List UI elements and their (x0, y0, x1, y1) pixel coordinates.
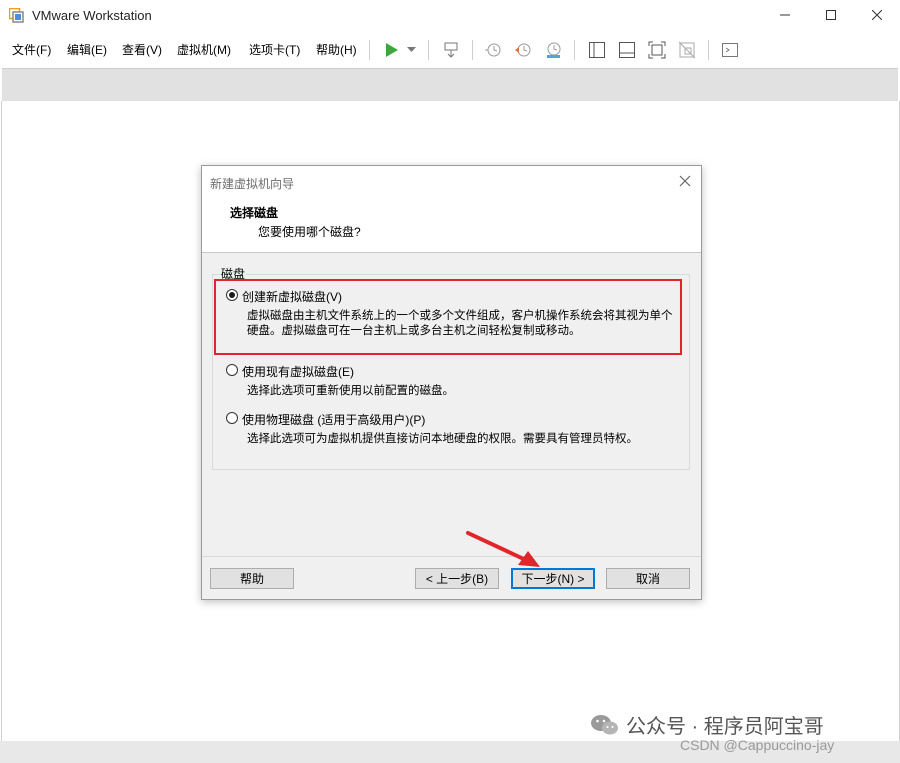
snapshot-manager-icon (547, 42, 561, 58)
unity-disabled-icon (678, 41, 696, 59)
watermark-text: 公众号 · 程序员阿宝哥 (626, 716, 824, 738)
revert-snapshot-button[interactable] (512, 39, 534, 61)
full-screen-button[interactable] (646, 39, 668, 61)
option-label: 使用现有虚拟磁盘(E) (242, 365, 354, 379)
toolbar-separator (472, 40, 473, 60)
maximize-button[interactable] (808, 0, 854, 30)
cancel-button[interactable]: 取消 (606, 568, 690, 589)
power-dropdown[interactable] (403, 39, 419, 61)
menu-toolbar: 文件(F) 编辑(E) 查看(V) 虚拟机(M) 选项卡(T) 帮助(H) (0, 32, 900, 66)
terminal-icon (722, 43, 738, 57)
show-thumbnail-bar-button[interactable] (616, 39, 638, 61)
unity-button[interactable] (676, 39, 698, 61)
dialog-heading: 选择磁盘 (230, 206, 279, 220)
close-button[interactable] (854, 0, 900, 30)
title-bar: VMware Workstation (0, 0, 900, 32)
app-title: VMware Workstation (32, 8, 152, 23)
wechat-watermark: 公众号 · 程序员阿宝哥 (590, 710, 824, 739)
option-description: 选择此选项可为虚拟机提供直接访问本地硬盘的权限。需要具有管理员特权。 (247, 433, 638, 445)
menu-file[interactable]: 文件(F) (12, 41, 51, 58)
dialog-header: 新建虚拟机向导 选择磁盘 您要使用哪个磁盘? (202, 166, 701, 253)
radio-use-physical-disk[interactable] (226, 412, 238, 424)
option-label: 使用物理磁盘 (适用于高级用户)(P) (242, 413, 426, 427)
dialog-footer-divider (202, 556, 701, 557)
fullscreen-icon (648, 41, 666, 59)
dialog-close-icon[interactable] (676, 172, 694, 190)
toolbar-separator (708, 40, 709, 60)
help-button[interactable]: 帮助 (210, 568, 294, 589)
console-view-button[interactable] (719, 39, 741, 61)
radio-use-existing-disk[interactable] (226, 364, 238, 376)
maximize-icon (826, 10, 836, 20)
new-vm-wizard-dialog: 新建虚拟机向导 选择磁盘 您要使用哪个磁盘? 磁盘 创建新虚拟磁盘(V) 虚拟磁… (201, 165, 702, 600)
annotation-arrow-icon (466, 531, 540, 567)
send-ctrl-alt-del-button[interactable] (440, 39, 462, 61)
menu-view[interactable]: 查看(V) (122, 41, 162, 58)
show-library-button[interactable] (586, 39, 608, 61)
dialog-title: 新建虚拟机向导 (210, 177, 295, 191)
highlight-box (214, 279, 682, 355)
dialog-subheading: 您要使用哪个磁盘? (258, 225, 361, 239)
toolbar-separator (574, 40, 575, 60)
play-icon (386, 43, 398, 57)
option-description: 选择此选项可重新使用以前配置的磁盘。 (247, 385, 454, 397)
tab-strip (2, 68, 898, 102)
menu-edit[interactable]: 编辑(E) (67, 41, 107, 58)
toolbar-separator (428, 40, 429, 60)
wechat-icon (591, 714, 618, 734)
close-icon (872, 10, 882, 20)
csdn-watermark: CSDN @Cappuccino-jay (680, 737, 835, 753)
chevron-down-icon (406, 47, 416, 52)
snapshot-button[interactable] (482, 39, 504, 61)
minimize-icon (780, 14, 790, 16)
toolbar-separator (369, 40, 370, 60)
revert-clock-icon (515, 43, 531, 57)
menu-help[interactable]: 帮助(H) (316, 41, 357, 58)
bottom-panel-icon (619, 42, 635, 58)
menu-tabs[interactable]: 选项卡(T) (249, 41, 300, 58)
minimize-button[interactable] (762, 0, 808, 30)
power-on-button[interactable] (381, 39, 403, 61)
keyboard-icon (444, 42, 458, 58)
sidebar-layout-icon (589, 42, 605, 58)
vmware-logo-icon (9, 8, 24, 23)
snapshot-manager-button[interactable] (542, 39, 564, 61)
menu-vm[interactable]: 虚拟机(M) (177, 41, 231, 58)
snapshot-clock-icon (485, 43, 501, 57)
